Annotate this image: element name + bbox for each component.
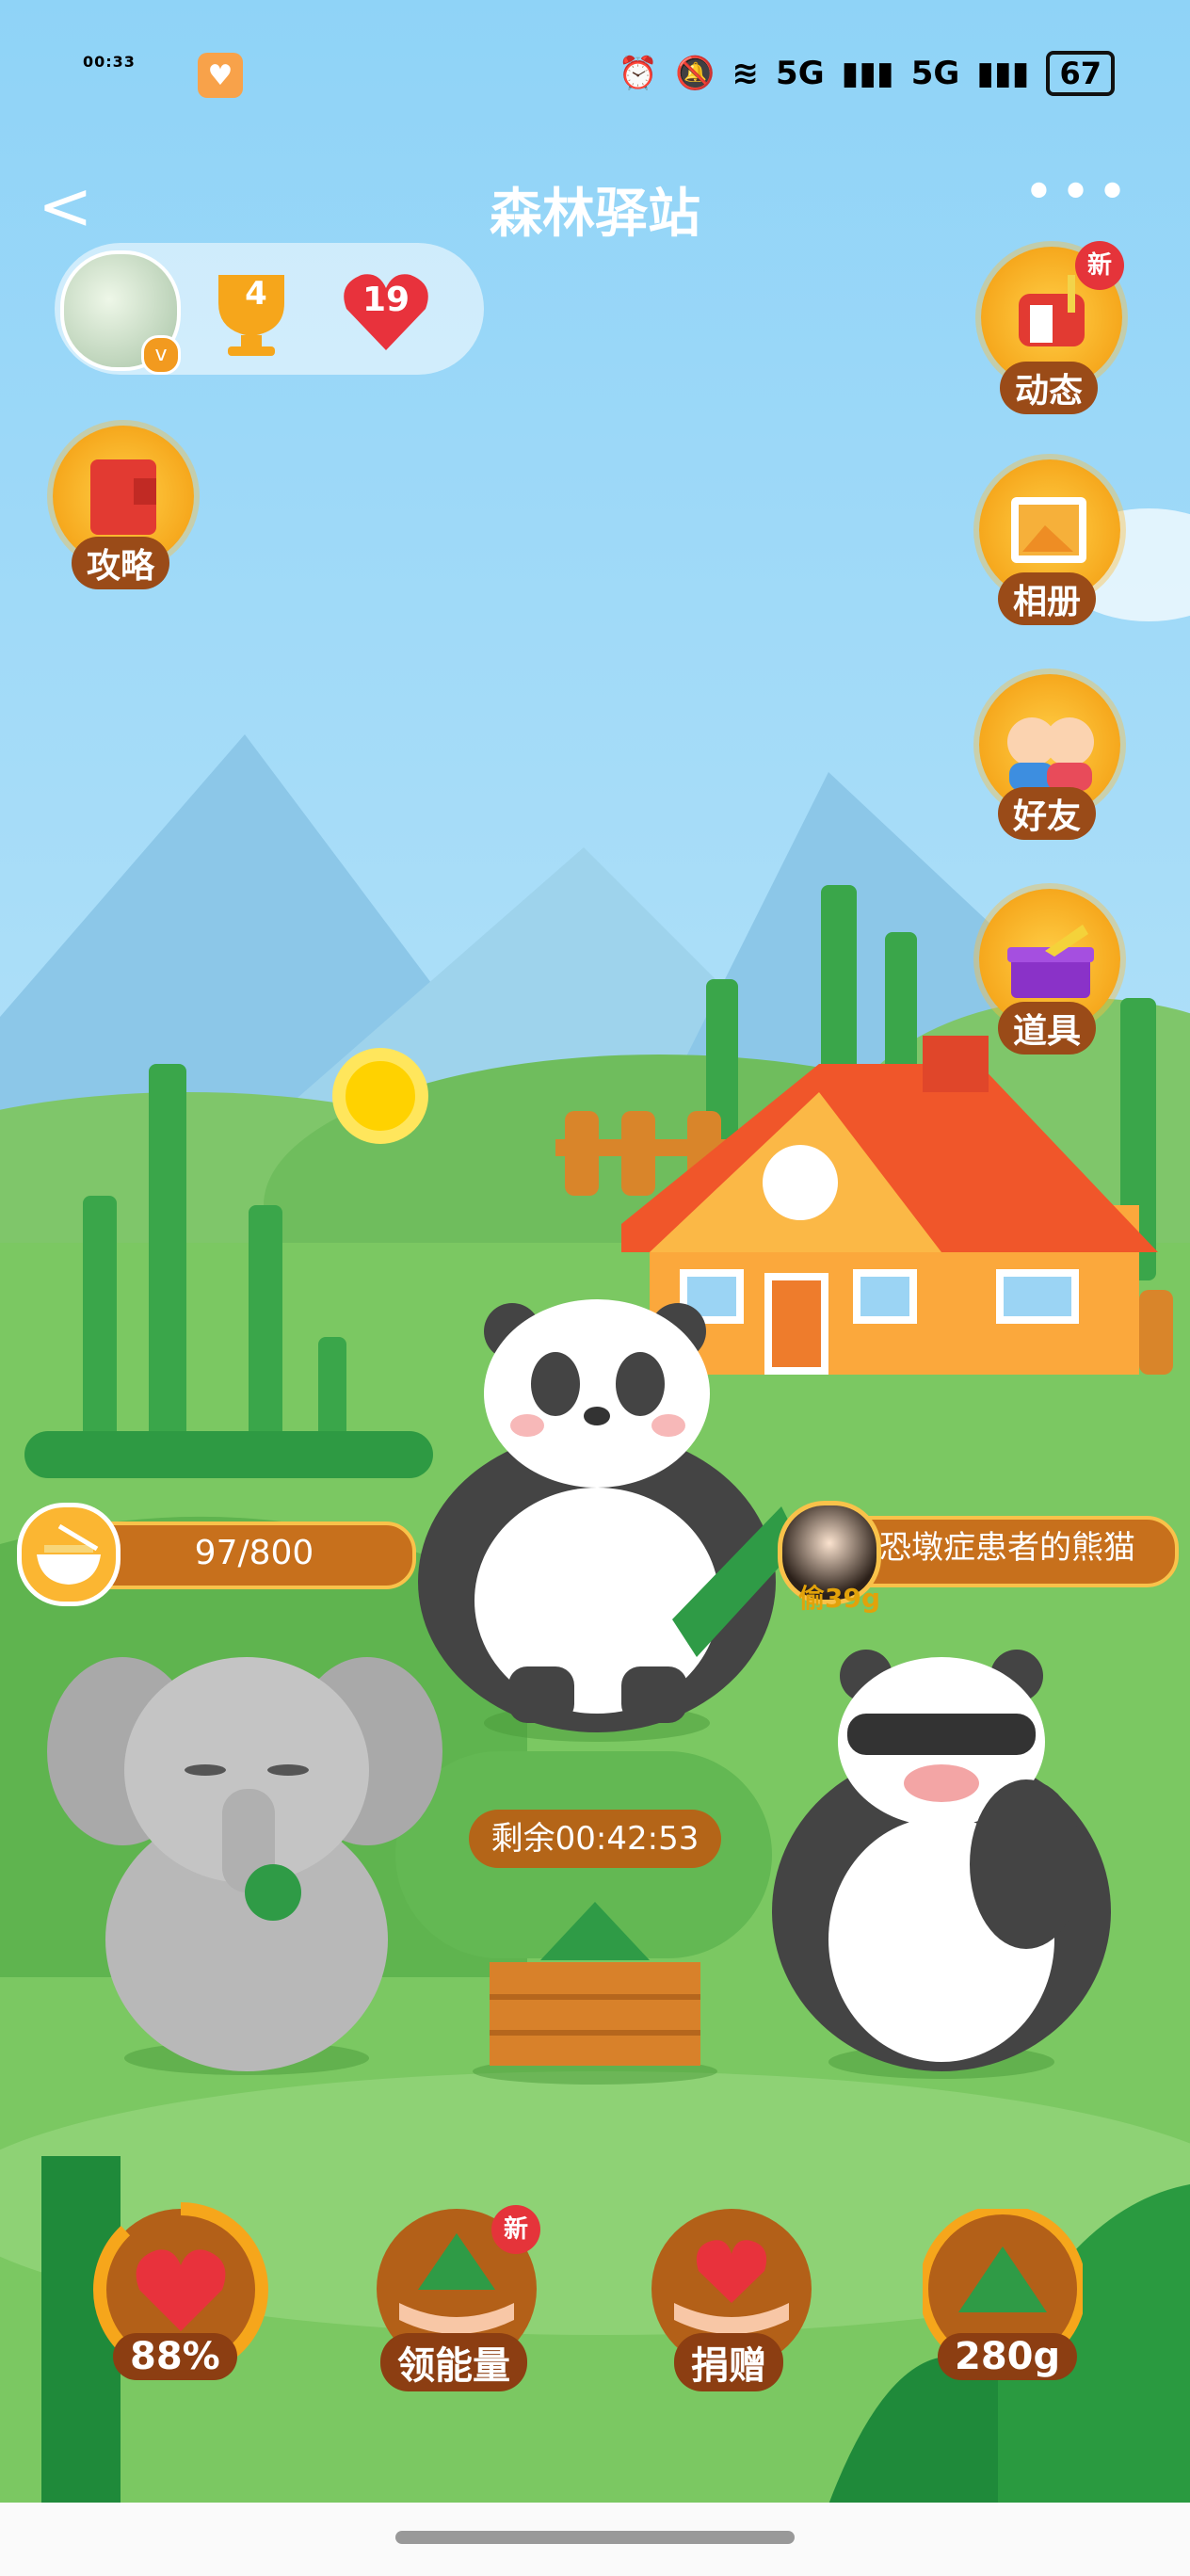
steal-amount: 偷39g [798,1583,881,1614]
signal-label: 5G [776,55,825,92]
mute-icon: 🔕 [675,55,716,92]
friends-label: 好友 [998,787,1097,840]
health-label: 88% [113,2333,237,2380]
album-label: 相册 [998,572,1097,625]
dynamics-label: 动态 [1000,362,1099,414]
countdown-timer: 剩余00:42:53 [469,1810,721,1868]
app-notification-icon: ♥ [198,53,243,98]
battery-indicator: 67 [1046,51,1115,96]
visitor-name: 恐墩症患者的熊猫 [879,1529,1135,1567]
guide-label: 攻略 [72,537,170,589]
alarm-icon: ⏰ [618,55,659,92]
wifi-icon: ≋ [732,55,760,92]
zongzi-balance-label: 280g [938,2333,1078,2380]
food-progress-text: 97/800 [194,1534,314,1572]
collect-energy-label: 领能量 [380,2333,527,2391]
props-label: 道具 [998,1002,1097,1055]
signal-bars-icon: ▮▮▮ [976,55,1030,92]
more-menu-button[interactable]: ••• [1023,162,1134,223]
page-title: 森林驿站 [490,184,700,245]
new-badge: 新 [1075,241,1124,290]
vip-badge: v [141,335,181,375]
signal-bars-icon: ▮▮▮ [841,55,894,92]
donate-label: 捐赠 [674,2333,783,2391]
status-time: 00:33 [83,53,136,71]
new-badge: 新 [491,2205,540,2254]
trophy-count: 4 [245,275,267,313]
hearts-count: 19 [362,281,410,319]
signal-label: 5G [910,55,960,92]
status-icons: ⏰ 🔕 ≋ 5G ▮▮▮ 5G ▮▮▮ 67 [619,51,1115,96]
home-indicator[interactable] [395,2531,795,2544]
